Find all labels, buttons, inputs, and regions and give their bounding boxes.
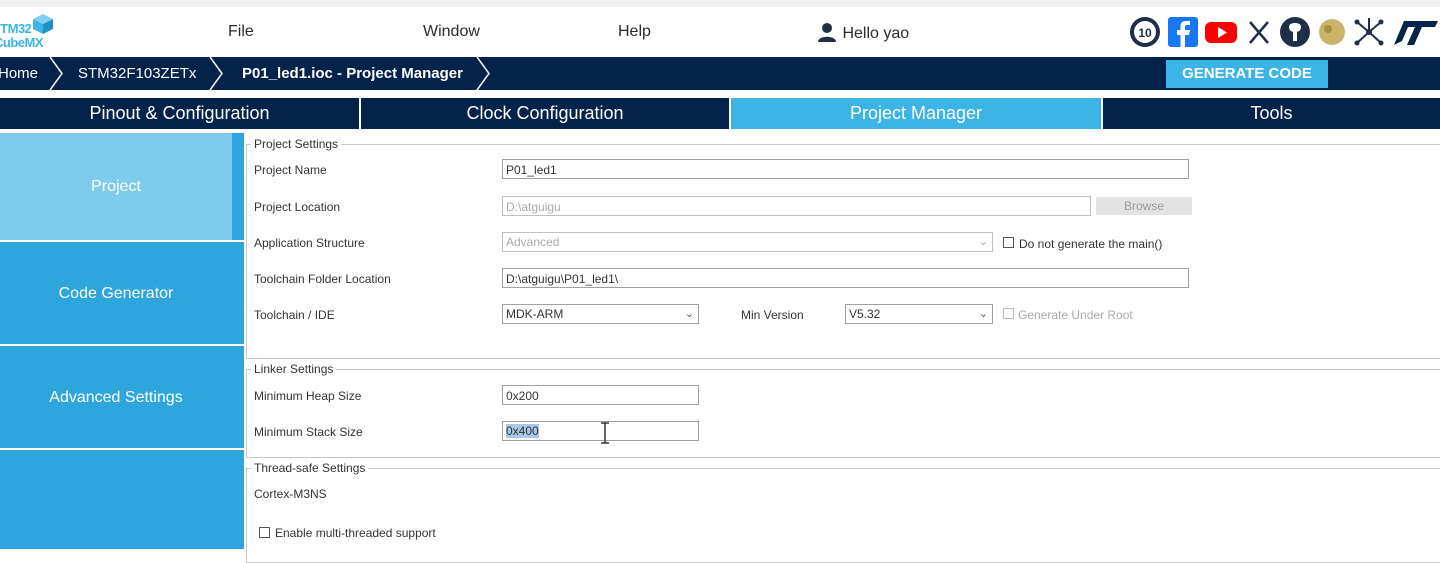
thread-safe-legend: Thread-safe Settings: [254, 461, 366, 475]
chevron-down-icon: ⌄: [684, 308, 694, 320]
application-structure-label: Application Structure: [254, 236, 365, 250]
breadcrumb-separator-icon: [476, 57, 490, 90]
linker-settings-group: Linker Settings: [246, 362, 1440, 458]
sidebar-item-code-generator[interactable]: Code Generator: [0, 242, 232, 346]
no-main-checkbox[interactable]: [1003, 237, 1014, 248]
youtube-icon[interactable]: [1204, 15, 1238, 49]
generate-under-root-checkbox[interactable]: [1003, 308, 1014, 319]
x-icon[interactable]: [1242, 15, 1276, 49]
window-title-strip: [0, 0, 1440, 7]
sidebar-item-project[interactable]: Project: [0, 133, 232, 240]
text-cursor-icon: [601, 422, 609, 444]
browse-button[interactable]: Browse: [1096, 197, 1192, 215]
menu-bar: STM32 CubeMX File Window Help Hello yao …: [0, 7, 1440, 57]
heap-size-input[interactable]: [502, 385, 699, 405]
anniversary-10-icon[interactable]: 10: [1128, 15, 1162, 49]
breadcrumb-separator-icon: [209, 57, 223, 90]
linker-settings-legend: Linker Settings: [254, 362, 334, 376]
tab-tools[interactable]: Tools: [1103, 98, 1440, 129]
svg-text:10: 10: [1138, 26, 1152, 40]
main-tabs: Pinout & Configuration Clock Configurati…: [0, 98, 1440, 129]
user-icon: [818, 23, 836, 42]
chevron-down-icon: ⌄: [978, 236, 988, 248]
heap-size-label: Minimum Heap Size: [254, 389, 362, 403]
multithread-label: Enable multi-threaded support: [275, 526, 436, 540]
st-logo[interactable]: [1390, 15, 1440, 49]
menu-file[interactable]: File: [228, 23, 254, 41]
no-main-label: Do not generate the main(): [1019, 237, 1163, 251]
min-version-select[interactable]: V5.32 ⌄: [845, 304, 993, 324]
sidebar-item-advanced-settings[interactable]: Advanced Settings: [0, 346, 232, 450]
project-settings-panel: Project Settings Project Name Project Lo…: [244, 133, 1440, 563]
tab-pinout-configuration[interactable]: Pinout & Configuration: [0, 98, 359, 129]
breadcrumb-mcu[interactable]: STM32F103ZETx: [78, 65, 196, 82]
application-structure-select[interactable]: Advanced ⌄: [502, 232, 993, 252]
cube-icon: [33, 14, 53, 34]
toolchain-folder-label: Toolchain Folder Location: [254, 272, 391, 286]
user-greeting: Hello yao: [842, 25, 910, 42]
project-name-input[interactable]: [502, 159, 1189, 179]
logo-line1: STM32: [0, 21, 32, 36]
logo-line2: CubeMX: [0, 35, 44, 50]
facebook-icon[interactable]: [1166, 15, 1200, 49]
breadcrumb-home[interactable]: Home: [0, 65, 38, 82]
toolchain-ide-select[interactable]: MDK-ARM ⌄: [502, 304, 699, 324]
generate-under-root-label: Generate Under Root: [1018, 308, 1133, 322]
toolchain-ide-label: Toolchain / IDE: [254, 308, 335, 322]
min-version-label: Min Version: [741, 308, 804, 322]
community-icon[interactable]: [1315, 15, 1349, 49]
network-icon[interactable]: [1352, 15, 1386, 49]
generate-code-button[interactable]: GENERATE CODE: [1166, 60, 1328, 88]
tab-clock-configuration[interactable]: Clock Configuration: [361, 98, 729, 129]
menu-help[interactable]: Help: [618, 23, 651, 41]
project-location-label: Project Location: [254, 200, 341, 214]
tab-gap: [0, 90, 1440, 98]
tab-project-manager[interactable]: Project Manager: [731, 98, 1101, 129]
menu-window[interactable]: Window: [423, 23, 480, 41]
min-version-value: V5.32: [849, 307, 881, 321]
breadcrumb-project[interactable]: P01_led1.ioc - Project Manager: [242, 65, 463, 82]
thread-safe-settings-group: Thread-safe Settings: [246, 461, 1440, 563]
toolchain-folder-input[interactable]: [502, 268, 1189, 288]
project-location-input[interactable]: [502, 196, 1091, 216]
stack-size-label: Minimum Stack Size: [254, 425, 363, 439]
cortex-core-label: Cortex-M3NS: [254, 487, 327, 501]
application-structure-value: Advanced: [506, 235, 560, 249]
toolchain-ide-value: MDK-ARM: [506, 307, 564, 321]
chevron-down-icon: ⌄: [978, 308, 988, 320]
multithread-checkbox[interactable]: [259, 527, 270, 538]
sidebar-divider: [0, 448, 244, 450]
breadcrumb: Home STM32F103ZETx P01_led1.ioc - Projec…: [0, 57, 1440, 90]
project-settings-legend: Project Settings: [254, 137, 339, 151]
stm32cubemx-logo: STM32 CubeMX: [0, 13, 60, 53]
sidebar: Project Code Generator Advanced Settings: [0, 133, 244, 549]
github-icon[interactable]: [1278, 15, 1312, 49]
project-name-label: Project Name: [254, 163, 327, 177]
user-menu[interactable]: Hello yao: [816, 21, 909, 43]
breadcrumb-separator-icon: [49, 57, 63, 90]
stack-size-value: 0x400: [506, 424, 539, 438]
